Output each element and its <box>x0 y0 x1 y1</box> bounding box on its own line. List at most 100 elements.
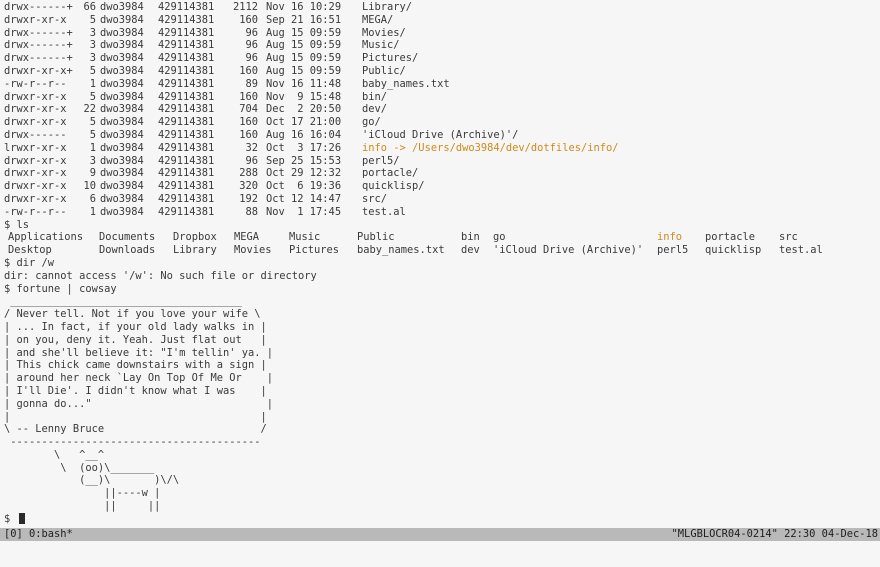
ls-long-row: drwxr-xr-x 6 dwo3984 429114381 192 Oct 12 14:… <box>4 193 880 206</box>
owner: dwo3984 <box>100 26 144 39</box>
permissions: -rw-r--r-- <box>4 77 67 90</box>
group: 429114381 <box>158 154 215 167</box>
modified-date: Aug 15 09:59 <box>266 26 342 39</box>
file-size: 704 <box>239 103 258 116</box>
file-size: 96 <box>245 39 258 52</box>
ls-grid-entry: Library <box>173 244 217 257</box>
permissions: drwxr-xr-x+ <box>4 64 73 77</box>
ls-long-row: lrwxr-xr-x 1 dwo3984 429114381 32 Oct 3 17:26… <box>4 142 880 155</box>
file-size: 160 <box>239 128 258 141</box>
file-name: src/ <box>362 192 388 205</box>
modified-date: Oct 29 12:32 <box>266 167 342 180</box>
permissions: drwxr-xr-x <box>4 116 67 129</box>
modified-date: Oct 17 21:00 <box>266 116 342 129</box>
ls-long-row: drwxr-xr-x 5 dwo3984 429114381 160 Nov 9 15:4… <box>4 91 880 104</box>
file-size: 96 <box>245 26 258 39</box>
file-name: MEGA/ <box>362 13 394 26</box>
modified-date: Nov 16 10:29 <box>266 1 342 13</box>
group: 429114381 <box>158 167 215 180</box>
owner: dwo3984 <box>100 103 144 116</box>
ls-grid-entry: go <box>493 231 506 244</box>
link-count: 10 <box>83 180 96 193</box>
window-list[interactable]: [0] 0:bash* <box>4 528 73 541</box>
modified-date: Nov 1 17:45 <box>266 205 342 218</box>
file-size: 2112 <box>232 1 258 13</box>
ls-grid-entry: test.al <box>779 244 823 257</box>
link-count: 5 <box>89 90 96 103</box>
file-size: 160 <box>239 90 258 103</box>
ls-grid-entry: Movies <box>234 244 272 257</box>
group: 429114381 <box>158 192 215 205</box>
group: 429114381 <box>158 13 215 26</box>
ls-grid-entry: 'iCloud Drive (Archive)' <box>493 244 644 257</box>
ls-long-listing: drwx------+ 66 dwo3984 429114381 2112 Nov 16 … <box>4 1 880 219</box>
permissions: drwx------+ <box>4 1 73 13</box>
file-name: quicklisp/ <box>362 180 425 193</box>
permissions: drwxr-xr-x <box>4 13 67 26</box>
link-count: 9 <box>89 167 96 180</box>
file-size: 89 <box>245 77 258 90</box>
file-size: 160 <box>239 13 258 26</box>
group: 429114381 <box>158 1 215 13</box>
file-name: 'iCloud Drive (Archive)'/ <box>362 128 519 141</box>
ls-long-row: drwx------+ 66 dwo3984 429114381 2112 Nov 16 … <box>4 1 880 14</box>
group: 429114381 <box>158 90 215 103</box>
status-host-time: "MLGBLOCR04-0214" 22:30 04-Dec-18 <box>671 528 878 540</box>
fortune-command: $ fortune | cowsay <box>4 282 117 295</box>
modified-date: Nov 9 15:48 <box>266 90 342 103</box>
ls-grid-entry: Downloads <box>99 244 156 257</box>
owner: dwo3984 <box>100 154 144 167</box>
prompt-line[interactable]: $ <box>4 512 880 526</box>
group: 429114381 <box>158 26 215 39</box>
terminal-output[interactable]: drwx------+ 66 dwo3984 429114381 2112 Nov 16 … <box>4 1 880 526</box>
cowsay-output: _____________________________________ / … <box>4 295 273 513</box>
permissions: drwxr-xr-x <box>4 192 67 205</box>
file-name: Pictures/ <box>362 52 419 65</box>
file-name: Library/ <box>362 1 413 13</box>
link-count: 1 <box>89 77 96 90</box>
group: 429114381 <box>158 205 215 218</box>
ls-grid-entry: Public <box>357 231 395 244</box>
ls-grid-entry: src <box>779 231 798 244</box>
modified-date: Aug 15 09:59 <box>266 39 342 52</box>
group: 429114381 <box>158 52 215 65</box>
ls-grid-entry: Pictures <box>289 244 340 257</box>
ls-long-row: drwxr-xr-x+ 5 dwo3984 429114381 160 Aug 15 09… <box>4 65 880 78</box>
file-size: 160 <box>239 64 258 77</box>
file-size: 192 <box>239 192 258 205</box>
owner: dwo3984 <box>100 128 144 141</box>
tmux-status-bar: [0] 0:bash* "MLGBLOCR04-0214" 22:30 04-D… <box>0 528 880 541</box>
file-size: 96 <box>245 52 258 65</box>
dir-command: $ dir /w <box>4 256 55 269</box>
ls-long-row: drwxr-xr-x 5 dwo3984 429114381 160 Sep 21 16:… <box>4 14 880 27</box>
modified-date: Aug 15 09:59 <box>266 64 342 77</box>
group: 429114381 <box>158 116 215 129</box>
owner: dwo3984 <box>100 64 144 77</box>
ls-grid-entry: MEGA <box>234 231 260 244</box>
ls-grid-entry: Dropbox <box>173 231 217 244</box>
file-name: baby_names.txt <box>362 77 450 90</box>
owner: dwo3984 <box>100 205 144 218</box>
permissions: drwx------ <box>4 128 67 141</box>
owner: dwo3984 <box>100 52 144 65</box>
modified-date: Nov 16 11:48 <box>266 77 342 90</box>
owner: dwo3984 <box>100 39 144 52</box>
permissions: drwx------+ <box>4 26 73 39</box>
link-count: 5 <box>89 64 96 77</box>
link-count: 1 <box>89 205 96 218</box>
permissions: drwxr-xr-x <box>4 103 67 116</box>
group: 429114381 <box>158 103 215 116</box>
link-count: 1 <box>89 141 96 154</box>
modified-date: Sep 25 15:53 <box>266 154 342 167</box>
dir-error-message: dir: cannot access '/w': No such file or… <box>4 269 317 282</box>
text-cursor <box>18 512 25 524</box>
owner: dwo3984 <box>100 141 144 154</box>
ls-long-row: drwxr-xr-x 22 dwo3984 429114381 704 Dec 2 20:… <box>4 103 880 116</box>
link-count: 3 <box>89 52 96 65</box>
link-count: 3 <box>89 26 96 39</box>
file-size: 88 <box>245 205 258 218</box>
group: 429114381 <box>158 128 215 141</box>
ls-grid-entry: Applications <box>8 231 84 244</box>
modified-date: Sep 21 16:51 <box>266 13 342 26</box>
prompt-symbol: $ <box>4 512 17 525</box>
